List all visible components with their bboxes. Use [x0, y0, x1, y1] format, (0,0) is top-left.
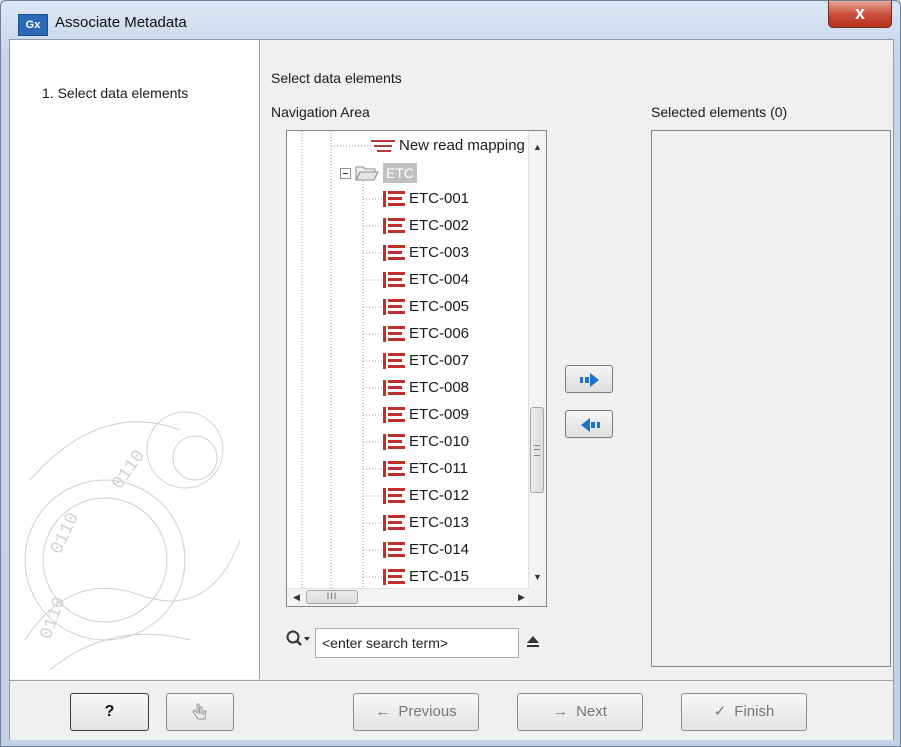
undo-hand-icon — [192, 703, 207, 720]
sequence-list-icon — [383, 191, 405, 208]
arrow-right-icon — [580, 373, 599, 387]
watermark-decoration-icon: 0110 0110 0110 — [24, 411, 241, 671]
tree-item-label: ETC-014 — [409, 541, 470, 558]
section-title: Select data elements — [271, 70, 402, 86]
tree-item-sequence[interactable]: ETC-015 — [383, 566, 469, 588]
sequence-list-icon — [383, 407, 405, 424]
tree-item-label: ETC-006 — [409, 325, 470, 342]
sequence-list-icon — [383, 542, 405, 559]
sequence-list-icon — [383, 218, 405, 235]
collapse-toggle-icon[interactable] — [340, 167, 351, 179]
wizard-button-bar: ? ← Previous → Next ✓ Finish — [10, 680, 893, 740]
wizard-steps-panel: 1. Select data elements 0110 0110 0110 — [10, 40, 260, 679]
window-title: Associate Metadata — [55, 14, 187, 31]
previous-label: Previous — [398, 703, 457, 720]
tree-item-label: New read mapping — [399, 137, 525, 154]
tree-item-sequence[interactable]: ETC-009 — [383, 404, 469, 426]
checkmark-icon: ✓ — [713, 703, 727, 720]
sequence-list-icon — [383, 245, 405, 262]
next-button[interactable]: → Next — [517, 693, 643, 731]
arrow-left-icon: ← — [375, 703, 391, 720]
scroll-left-arrow[interactable]: ◀ — [288, 589, 305, 606]
scrollbar-corner — [529, 589, 546, 606]
navigation-area-label: Navigation Area — [271, 104, 370, 120]
search-input[interactable] — [315, 628, 519, 658]
tree-item-label: ETC-013 — [409, 514, 470, 531]
arrow-right-icon: → — [553, 703, 569, 720]
sequence-list-icon — [383, 461, 405, 478]
folder-open-icon — [355, 166, 379, 181]
wizard-step-1: 1. Select data elements — [42, 85, 189, 101]
remove-from-selection-button[interactable] — [565, 410, 613, 438]
scroll-right-arrow[interactable]: ▶ — [513, 589, 530, 606]
selected-elements-list[interactable] — [651, 130, 891, 667]
svg-text:0110: 0110 — [109, 447, 150, 494]
tree-item-sequence[interactable]: ETC-012 — [383, 485, 469, 507]
add-to-selection-button[interactable] — [565, 365, 613, 393]
tree-item-label: ETC-002 — [409, 217, 470, 234]
tree-item-sequence[interactable]: ETC-004 — [383, 269, 469, 291]
tree-folder-etc[interactable]: ETC — [340, 162, 417, 184]
navigation-tree[interactable]: New read mapping ETC ETC-001 ETC-002 ETC-0… — [286, 130, 547, 607]
selected-elements-label: Selected elements (0) — [651, 104, 788, 120]
eject-icon[interactable] — [526, 635, 540, 649]
tree-item-label: ETC-004 — [409, 271, 470, 288]
tree-item-sequence[interactable]: ETC-014 — [383, 539, 469, 561]
tree-item-label: ETC-010 — [409, 433, 470, 450]
tree-item-label: ETC-008 — [409, 379, 470, 396]
search-icon[interactable] — [285, 628, 311, 652]
next-label: Next — [576, 703, 607, 720]
sequence-list-icon — [383, 272, 405, 289]
tree-item-sequence[interactable]: ETC-001 — [383, 188, 469, 210]
tree-item-sequence[interactable]: ETC-006 — [383, 323, 469, 345]
close-button[interactable]: x — [828, 1, 892, 28]
sequence-list-icon — [383, 299, 405, 316]
tree-horizontal-scrollbar[interactable]: ◀ III ▶ — [287, 588, 530, 606]
tree-item-sequence[interactable]: ETC-002 — [383, 215, 469, 237]
selection-area: Select data elements Navigation Area Sel… — [260, 40, 893, 679]
tree-item-sequence[interactable]: ETC-007 — [383, 350, 469, 372]
title-bar[interactable]: Gx Associate Metadata x — [1, 1, 900, 39]
previous-button[interactable]: ← Previous — [353, 693, 479, 731]
svg-text:0110: 0110 — [47, 510, 83, 558]
tree-item-read-mapping[interactable]: New read mapping — [371, 135, 525, 157]
tree-folder-label: ETC — [383, 163, 417, 184]
dialog-body: 1. Select data elements 0110 0110 0110 S… — [9, 39, 894, 740]
tree-item-sequence[interactable]: ETC-003 — [383, 242, 469, 264]
tree-item-sequence[interactable]: ETC-010 — [383, 431, 469, 453]
help-button[interactable]: ? — [70, 693, 149, 731]
dialog-window: Gx Associate Metadata x 1. Select data e… — [0, 0, 901, 747]
sequence-list-icon — [383, 569, 405, 586]
sequence-list-icon — [383, 434, 405, 451]
tree-item-sequence[interactable]: ETC-013 — [383, 512, 469, 534]
tree-item-label: ETC-007 — [409, 352, 470, 369]
tree-vertical-scrollbar[interactable]: ▲ ▼ — [528, 131, 546, 591]
tree-item-label: ETC-015 — [409, 568, 470, 585]
sequence-list-icon — [383, 326, 405, 343]
scroll-up-arrow[interactable]: ▲ — [529, 139, 546, 156]
tree-item-sequence[interactable]: ETC-011 — [383, 458, 468, 480]
finish-button[interactable]: ✓ Finish — [681, 693, 807, 731]
sequence-list-icon — [383, 515, 405, 532]
tree-item-label: ETC-003 — [409, 244, 470, 261]
arrow-left-icon — [581, 418, 600, 432]
tree-item-label: ETC-009 — [409, 406, 470, 423]
sequence-list-icon — [383, 353, 405, 370]
tree-item-label: ETC-011 — [409, 460, 468, 477]
finish-label: Finish — [734, 703, 775, 720]
tree-item-label: ETC-012 — [409, 487, 470, 504]
scroll-down-arrow[interactable]: ▼ — [529, 569, 546, 586]
tree-item-label: ETC-001 — [409, 190, 470, 207]
tree-item-sequence[interactable]: ETC-005 — [383, 296, 469, 318]
sequence-list-icon — [383, 488, 405, 505]
reset-button[interactable] — [166, 693, 234, 731]
vertical-scroll-thumb[interactable] — [530, 407, 544, 493]
app-logo-icon: Gx — [18, 14, 48, 36]
sequence-list-icon — [383, 380, 405, 397]
read-mapping-icon — [371, 140, 395, 153]
horizontal-scroll-thumb[interactable]: III — [306, 590, 358, 604]
tree-item-sequence[interactable]: ETC-008 — [383, 377, 469, 399]
tree-item-label: ETC-005 — [409, 298, 470, 315]
